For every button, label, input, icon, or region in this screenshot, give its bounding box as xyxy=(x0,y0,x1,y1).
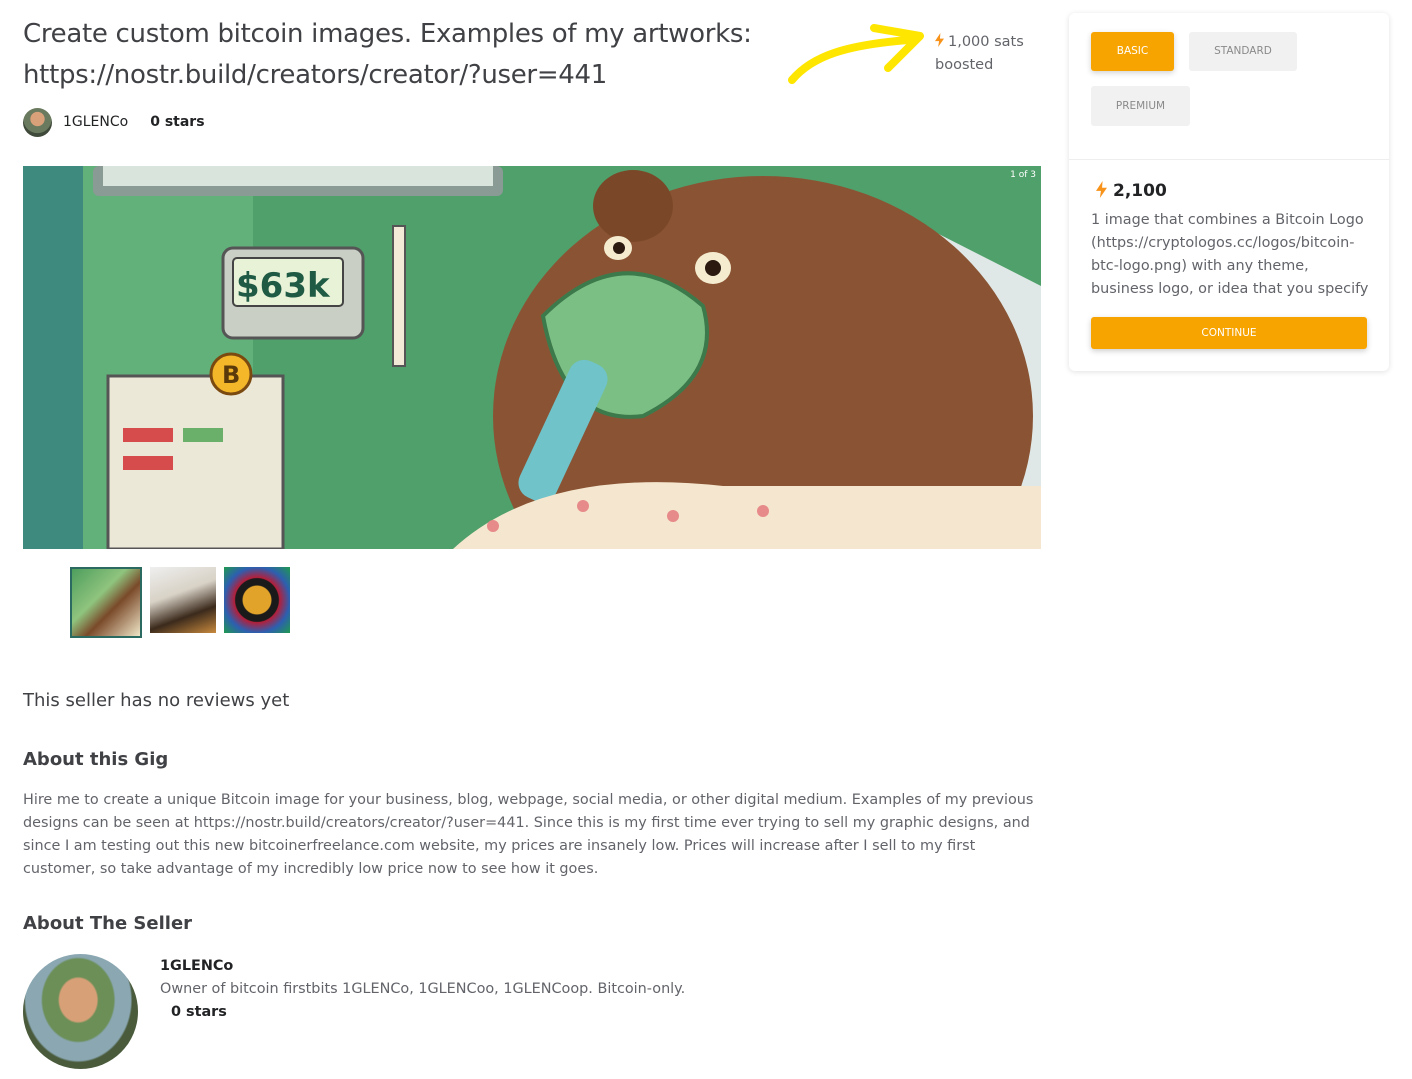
about-gig-heading: About this Gig xyxy=(23,749,169,770)
seller-details: 1GLENCo Owner of bitcoin firstbits 1GLEN… xyxy=(160,955,685,1024)
seller-avatar[interactable] xyxy=(23,107,52,137)
no-reviews-text: This seller has no reviews yet xyxy=(23,690,290,711)
lightning-bolt-icon xyxy=(935,33,944,47)
price-value: 2,100 xyxy=(1113,181,1167,201)
seller-avatar-large[interactable] xyxy=(23,954,138,1069)
seller-bio: Owner of bitcoin firstbits 1GLENCo, 1GLE… xyxy=(160,981,686,997)
tab-premium[interactable]: PREMIUM xyxy=(1091,86,1190,126)
about-seller-heading: About The Seller xyxy=(23,913,193,934)
seller-rating: 0 stars xyxy=(150,114,205,130)
seller-name[interactable]: 1GLENCo xyxy=(160,955,685,978)
thumbnail-strip xyxy=(70,567,290,638)
package-description: 1 image that combines a Bitcoin Logo (ht… xyxy=(1091,212,1369,297)
lightning-bolt-icon xyxy=(1096,181,1107,198)
annotation-arrow xyxy=(788,24,924,84)
card-divider xyxy=(1069,159,1389,160)
thumbnail-2[interactable] xyxy=(150,567,216,633)
gig-image-carousel[interactable]: $63k B 1 of 3 xyxy=(23,166,1041,549)
image-counter: 1 of 3 xyxy=(1010,170,1036,180)
continue-button[interactable]: CONTINUE xyxy=(1091,317,1367,349)
seller-name-link[interactable]: 1GLENCo xyxy=(63,114,128,130)
hero-image: $63k B xyxy=(23,166,1041,549)
about-gig-body: Hire me to create a unique Bitcoin image… xyxy=(23,792,1034,877)
tab-basic[interactable]: BASIC xyxy=(1091,32,1174,71)
monitor-text: $63k xyxy=(236,266,331,306)
svg-text:B: B xyxy=(222,361,240,389)
thumbnail-1[interactable] xyxy=(70,567,142,638)
boost-label: boosted xyxy=(935,57,994,73)
boost-info: 1,000 sats boosted xyxy=(935,31,1045,77)
thumbnail-3[interactable] xyxy=(224,567,290,633)
package-price: 2,100 xyxy=(1096,181,1167,201)
boost-amount: 1,000 sats xyxy=(948,34,1024,50)
seller-stars: 0 stars xyxy=(171,1004,227,1020)
seller-summary: 1GLENCo 0 stars xyxy=(23,107,205,137)
package-card: BASIC STANDARD PREMIUM 2,100 1 image tha… xyxy=(1069,13,1389,371)
tab-standard[interactable]: STANDARD xyxy=(1189,32,1297,71)
gig-title: Create custom bitcoin images. Examples o… xyxy=(23,19,752,90)
